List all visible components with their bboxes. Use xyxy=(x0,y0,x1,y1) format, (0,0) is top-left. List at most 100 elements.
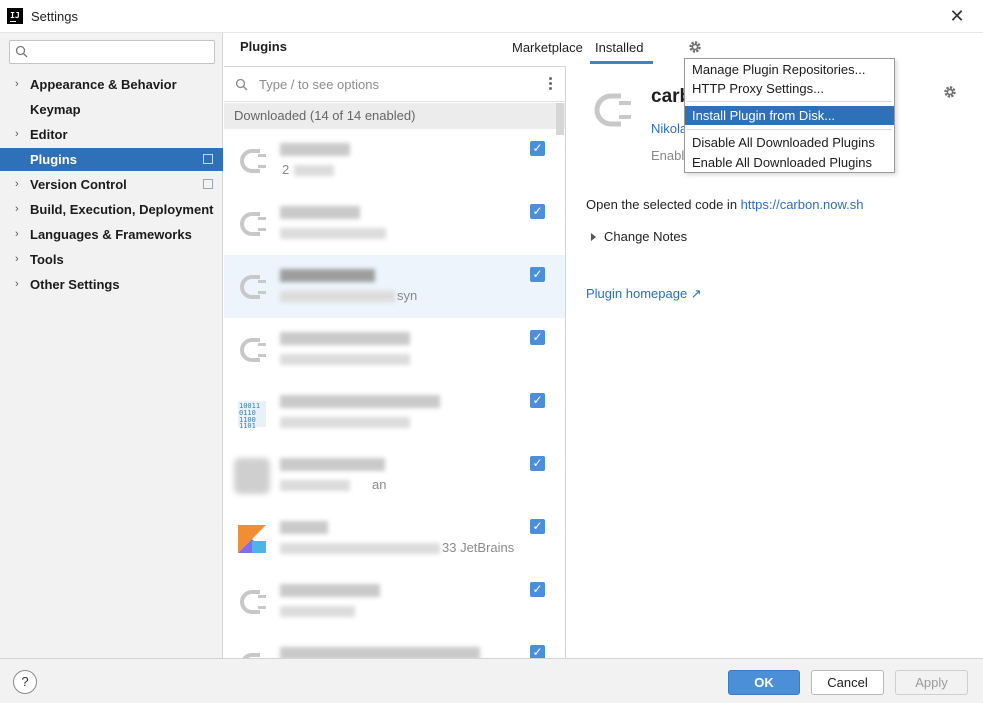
plugin-icon xyxy=(234,458,270,494)
description-text: Open the selected code in xyxy=(586,197,741,212)
sidebar-item-label: Plugins xyxy=(30,152,77,167)
sidebar-item-editor[interactable]: › Editor xyxy=(0,123,223,146)
plugin-vendor-redacted xyxy=(280,417,410,428)
plugin-enabled-checkbox[interactable]: ✓ xyxy=(530,204,545,219)
sidebar-item-label: Editor xyxy=(30,127,68,142)
chevron-right-icon: › xyxy=(15,203,19,215)
settings-sidebar: › Appearance & Behavior Keymap › Editor … xyxy=(0,33,223,658)
plugin-icon xyxy=(242,653,260,658)
menu-item-manage-repositories[interactable]: Manage Plugin Repositories... xyxy=(685,60,894,79)
chevron-right-icon: › xyxy=(15,178,19,190)
search-icon xyxy=(15,45,28,58)
sidebar-item-label: Build, Execution, Deployment xyxy=(30,202,214,217)
plugin-enabled-checkbox[interactable]: ✓ xyxy=(530,393,545,408)
plugin-name-redacted xyxy=(280,647,480,658)
svg-text:1101: 1101 xyxy=(239,422,256,430)
plugin-row[interactable]: 10011 0110 1100 1101 ✓ xyxy=(224,381,565,444)
plugin-enabled-checkbox[interactable]: ✓ xyxy=(530,519,545,534)
plugin-vendor: syn xyxy=(397,288,418,303)
settings-search-input[interactable] xyxy=(9,40,215,64)
sidebar-item-label: Version Control xyxy=(30,177,127,192)
plugin-icon xyxy=(240,212,266,236)
chevron-right-icon: › xyxy=(15,228,19,240)
search-icon xyxy=(235,78,248,91)
chevron-right-icon: › xyxy=(15,128,19,140)
plugin-description: Open the selected code in https://carbon… xyxy=(586,197,864,212)
plugin-row[interactable]: ✓ xyxy=(224,192,565,255)
title-bar: IJ Settings ✕ xyxy=(0,0,983,33)
plugin-vendor: 33 JetBrains xyxy=(442,540,515,555)
binary-plugin-icon: 10011 0110 1100 1101 xyxy=(238,401,266,430)
sidebar-item-other-settings[interactable]: › Other Settings xyxy=(0,273,223,296)
ok-button[interactable]: OK xyxy=(728,670,800,695)
downloaded-group-header: Downloaded (14 of 14 enabled) xyxy=(224,103,565,129)
more-options-icon[interactable] xyxy=(549,77,553,92)
sidebar-item-label: Other Settings xyxy=(30,277,120,292)
sidebar-item-build-execution-deployment[interactable]: › Build, Execution, Deployment xyxy=(0,198,223,221)
menu-item-http-proxy[interactable]: HTTP Proxy Settings... xyxy=(685,79,894,98)
sidebar-item-label: Languages & Frameworks xyxy=(30,227,192,242)
help-button[interactable]: ? xyxy=(13,670,37,694)
plugin-name-redacted xyxy=(280,332,410,345)
gear-icon[interactable] xyxy=(687,39,703,55)
sidebar-item-languages-frameworks[interactable]: › Languages & Frameworks xyxy=(0,223,223,246)
sidebar-item-plugins[interactable]: Plugins xyxy=(0,148,223,171)
dialog-footer: ? OK Cancel Apply xyxy=(0,658,983,703)
plugin-row[interactable]: 2 ✓ xyxy=(224,129,565,192)
expand-triangle-icon xyxy=(591,233,596,241)
menu-item-enable-all[interactable]: Enable All Downloaded Plugins xyxy=(685,153,894,172)
gear-dropdown-menu: Manage Plugin Repositories... HTTP Proxy… xyxy=(684,58,895,173)
plugin-name-redacted xyxy=(280,584,380,597)
plugin-enabled-checkbox[interactable]: ✓ xyxy=(530,645,545,658)
plugin-enabled-checkbox[interactable]: ✓ xyxy=(530,141,545,156)
plugin-vendor-redacted xyxy=(280,543,440,554)
plugin-row[interactable]: 33 JetBrains ✓ xyxy=(224,507,565,570)
cancel-button[interactable]: Cancel xyxy=(811,670,884,695)
plugin-list-panel: Type / to see options Downloaded (14 of … xyxy=(224,66,566,658)
plugin-large-icon xyxy=(594,93,631,127)
plugin-search-input[interactable]: Type / to see options xyxy=(224,67,565,102)
tab-installed[interactable]: Installed xyxy=(595,40,643,55)
plugin-vendor-redacted xyxy=(280,291,395,302)
plugin-enabled-checkbox[interactable]: ✓ xyxy=(530,582,545,597)
plugin-name-redacted xyxy=(280,458,385,471)
plugin-vendor-redacted xyxy=(280,606,355,617)
active-tab-indicator xyxy=(590,61,653,64)
sidebar-item-version-control[interactable]: › Version Control xyxy=(0,173,223,196)
plugin-row-selected[interactable]: syn ✓ xyxy=(224,255,565,318)
plugin-homepage-link[interactable]: Plugin homepage ↗ xyxy=(586,286,702,302)
plugin-enabled-checkbox[interactable]: ✓ xyxy=(530,330,545,345)
plugin-row[interactable]: ✓ xyxy=(224,318,565,381)
chevron-right-icon: › xyxy=(15,78,19,90)
plugin-vendor: 2 xyxy=(282,162,290,177)
change-notes-toggle[interactable]: Change Notes xyxy=(591,229,687,244)
sidebar-item-appearance-behavior[interactable]: › Appearance & Behavior xyxy=(0,73,223,96)
menu-item-install-from-disk[interactable]: Install Plugin from Disk... xyxy=(685,106,894,125)
menu-separator xyxy=(687,129,892,130)
plugin-row[interactable]: ✓ xyxy=(224,633,565,658)
sidebar-item-keymap[interactable]: Keymap xyxy=(0,98,223,121)
tab-marketplace[interactable]: Marketplace xyxy=(512,40,583,55)
plugin-row[interactable]: an ✓ xyxy=(224,444,565,507)
plugin-vendor-redacted xyxy=(280,354,410,365)
plugin-enabled-checkbox[interactable]: ✓ xyxy=(530,267,545,282)
plugin-icon xyxy=(240,149,266,173)
plugin-icon xyxy=(240,590,266,614)
plugin-name-redacted xyxy=(280,269,375,282)
carbon-link[interactable]: https://carbon.now.sh xyxy=(741,197,864,212)
sidebar-item-tools[interactable]: › Tools xyxy=(0,248,223,271)
close-icon[interactable]: ✕ xyxy=(947,6,967,26)
apply-button[interactable]: Apply xyxy=(895,670,968,695)
plugin-status: Enabl xyxy=(651,148,685,163)
change-notes-label: Change Notes xyxy=(604,229,688,244)
menu-item-disable-all[interactable]: Disable All Downloaded Plugins xyxy=(685,133,894,152)
plugin-vendor-redacted xyxy=(294,165,334,176)
plugin-row[interactable]: ✓ xyxy=(224,570,565,633)
plugin-enabled-checkbox[interactable]: ✓ xyxy=(530,456,545,471)
plugin-vendor-link[interactable]: Nikola xyxy=(651,121,687,136)
page-title: Plugins xyxy=(240,39,287,54)
plugin-name-redacted xyxy=(280,206,360,219)
chevron-right-icon: › xyxy=(15,253,19,265)
gear-icon[interactable] xyxy=(942,84,958,100)
search-placeholder: Type / to see options xyxy=(259,77,379,92)
